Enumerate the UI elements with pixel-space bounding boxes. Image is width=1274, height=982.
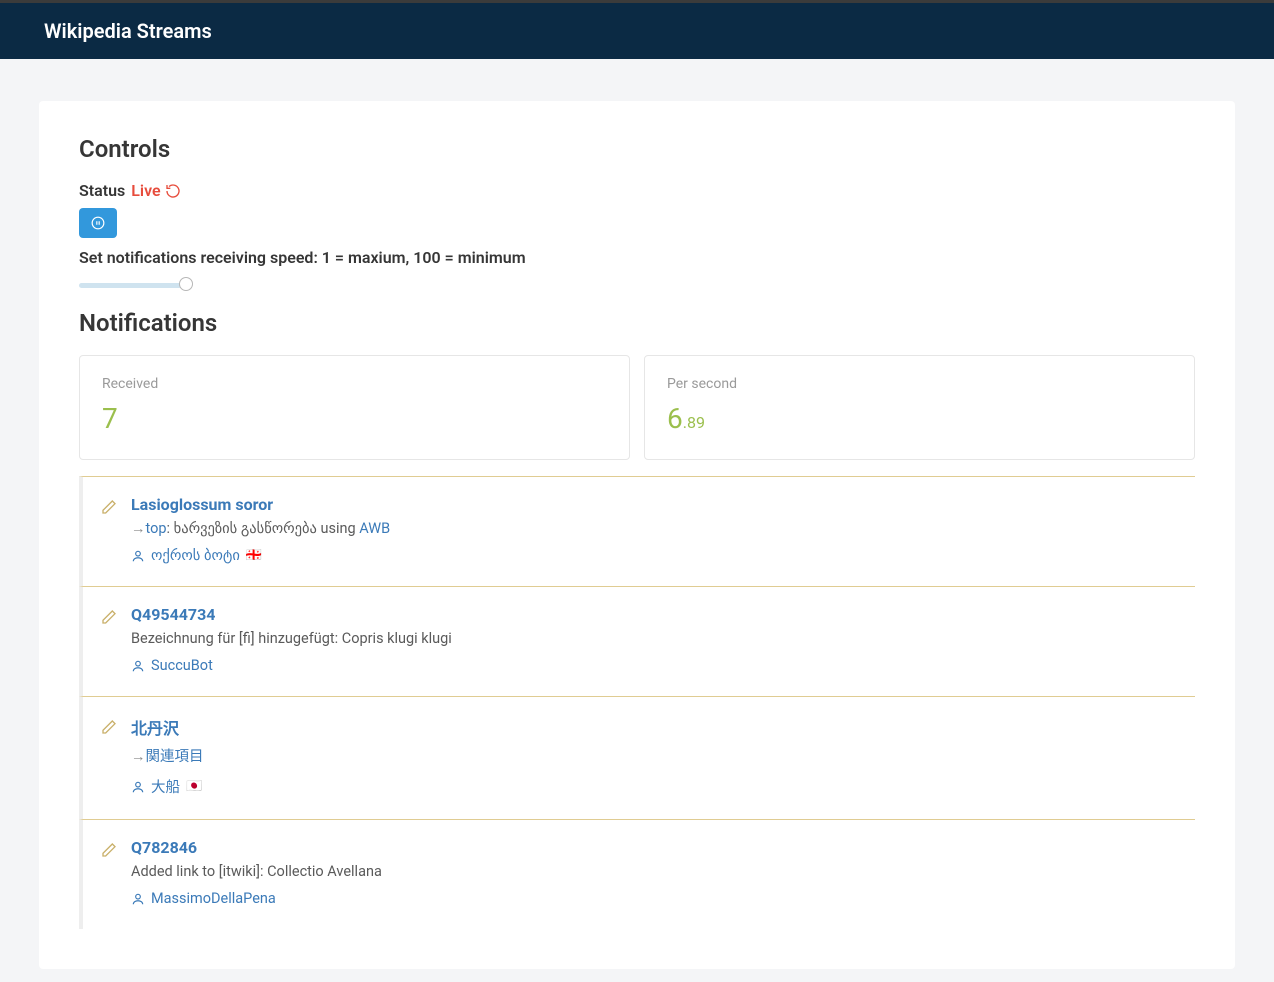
notification-user[interactable]: ოქროს ბოტი 🇬🇪 [131, 547, 1195, 564]
notification-item: 北丹沢 →関連項目 大船 🇯🇵 [79, 696, 1195, 819]
notification-user[interactable]: 大船 🇯🇵 [131, 776, 1195, 797]
stat-value-received: 7 [102, 402, 607, 435]
status-label: Status [79, 181, 125, 200]
slider-thumb[interactable] [179, 277, 193, 291]
live-refresh-icon [165, 183, 181, 199]
notification-title[interactable]: Q49544734 [131, 605, 1195, 624]
edit-icon [101, 842, 117, 858]
edit-icon [101, 719, 117, 735]
notification-description: Added link to [itwiki]: Collectio Avella… [131, 863, 1195, 880]
edit-icon [101, 499, 117, 515]
slider-track [79, 283, 187, 288]
status-value: Live [131, 181, 180, 200]
flag-icon: 🇯🇵 [186, 779, 202, 794]
main-card: Controls Status Live Set notifications r… [39, 101, 1235, 969]
user-icon [131, 780, 145, 794]
stat-card-persec: Per second 6.89 [644, 355, 1195, 460]
pause-button[interactable] [79, 208, 117, 238]
desc-link[interactable]: AWB [359, 520, 390, 537]
notification-title[interactable]: 北丹沢 [131, 715, 1195, 739]
notifications-heading: Notifications [79, 309, 1195, 337]
stats-row: Received 7 Per second 6.89 [79, 355, 1195, 460]
notification-description: →関連項目 [131, 745, 1195, 766]
flag-icon: 🇬🇪 [246, 548, 262, 563]
pause-icon [91, 216, 105, 230]
notification-description: Bezeichnung für [fi] hinzugefügt: Copris… [131, 630, 1195, 647]
notification-user[interactable]: MassimoDellaPena [131, 890, 1195, 907]
user-icon [131, 659, 145, 673]
notification-title[interactable]: Lasioglossum soror [131, 495, 1195, 514]
stat-value-persec: 6.89 [667, 402, 1172, 435]
speed-label: Set notifications receiving speed: 1 = m… [79, 248, 1195, 267]
topbar: Wikipedia Streams [0, 3, 1274, 59]
user-icon [131, 892, 145, 906]
notification-description: →top: ხარვეზის გასწორება using AWB [131, 520, 1195, 537]
edit-icon [101, 609, 117, 625]
notification-user[interactable]: SuccuBot [131, 657, 1195, 674]
notification-item: Lasioglossum soror →top: ხარვეზის გასწორ… [79, 476, 1195, 586]
notification-item: Q49544734 Bezeichnung für [fi] hinzugefü… [79, 586, 1195, 696]
desc-link[interactable]: top [146, 520, 167, 537]
controls-heading: Controls [79, 135, 1195, 163]
status-line: Status Live [79, 181, 1195, 200]
stat-card-received: Received 7 [79, 355, 630, 460]
desc-link[interactable]: 関連項目 [146, 748, 204, 765]
stat-label-persec: Per second [667, 376, 1172, 392]
notification-list: Lasioglossum soror →top: ხარვეზის გასწორ… [79, 476, 1195, 929]
speed-slider[interactable] [79, 275, 187, 295]
app-title: Wikipedia Streams [44, 19, 212, 43]
user-icon [131, 549, 145, 563]
notification-title[interactable]: Q782846 [131, 838, 1195, 857]
notification-item: Q782846 Added link to [itwiki]: Collecti… [79, 819, 1195, 929]
stat-label-received: Received [102, 376, 607, 392]
